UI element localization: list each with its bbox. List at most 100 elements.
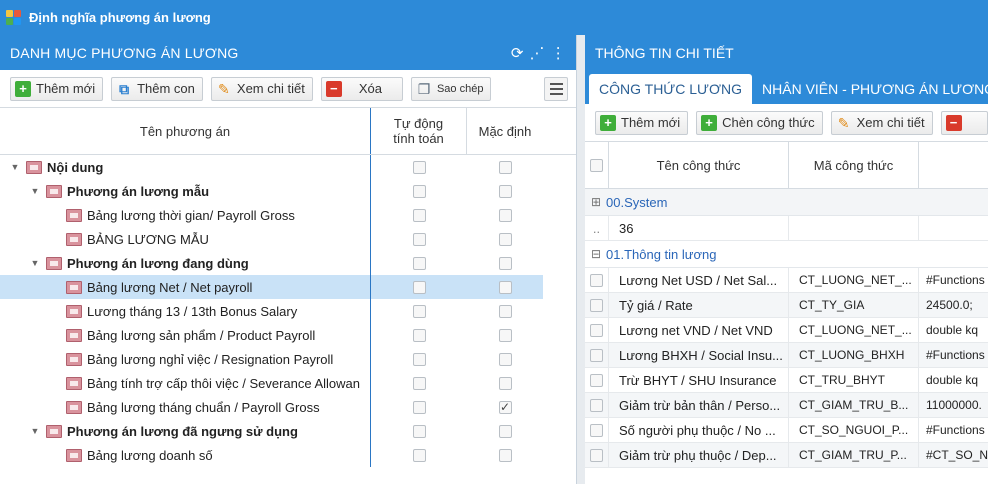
default-checkbox[interactable] bbox=[498, 352, 512, 366]
row-checkbox[interactable] bbox=[590, 298, 603, 312]
expand-arrow-icon[interactable]: ▼ bbox=[8, 162, 22, 172]
auto-calc-checkbox[interactable] bbox=[412, 280, 426, 294]
default-checkbox[interactable] bbox=[498, 424, 512, 438]
add-new-button[interactable]: + Thêm mới bbox=[10, 76, 104, 101]
tree-row[interactable]: Bảng lương sản phẩm / Product Payroll bbox=[0, 323, 576, 347]
formula-add-button[interactable]: + Thêm mới bbox=[595, 110, 689, 135]
expand-arrow-icon[interactable]: ▼ bbox=[28, 426, 42, 436]
tree-row[interactable]: ▼ Phương án lương đang dùng bbox=[0, 251, 576, 275]
pencil-icon: ✎ bbox=[837, 114, 850, 131]
expand-arrow-icon[interactable]: ▼ bbox=[28, 258, 42, 268]
col-default[interactable]: Mặc định bbox=[467, 108, 543, 154]
auto-calc-checkbox[interactable] bbox=[412, 160, 426, 174]
row-checkbox[interactable] bbox=[590, 348, 603, 362]
default-checkbox[interactable] bbox=[498, 280, 512, 294]
formula-code: CT_SO_NGUOI_P... bbox=[789, 417, 919, 443]
collapse-icon[interactable]: ⊟ bbox=[591, 247, 603, 261]
delete-button[interactable]: − Xóa bbox=[320, 76, 403, 101]
auto-calc-checkbox[interactable] bbox=[412, 328, 426, 342]
row-checkbox[interactable] bbox=[590, 323, 603, 337]
view-detail-button[interactable]: ✎ Xem chi tiết bbox=[210, 76, 313, 101]
copy-button[interactable]: ❐ Sao chép bbox=[410, 76, 492, 101]
formula-row[interactable]: Lương BHXH / Social Insu... CT_LUONG_BHXH… bbox=[585, 342, 988, 368]
tab-employee-plan[interactable]: NHÂN VIÊN - PHƯƠNG ÁN LƯƠNG bbox=[752, 74, 988, 104]
auto-calc-checkbox[interactable] bbox=[412, 352, 426, 366]
default-checkbox[interactable] bbox=[498, 376, 512, 390]
auto-calc-checkbox[interactable] bbox=[412, 184, 426, 198]
auto-calc-checkbox[interactable] bbox=[412, 208, 426, 222]
tree-row[interactable]: Bảng lương Net / Net payroll bbox=[0, 275, 543, 299]
auto-calc-checkbox[interactable] bbox=[412, 400, 426, 414]
select-all-checkbox-cell[interactable] bbox=[585, 142, 609, 188]
col-plan-name[interactable]: Tên phương án bbox=[0, 108, 371, 154]
auto-calc-checkbox[interactable] bbox=[412, 448, 426, 462]
default-checkbox[interactable] bbox=[498, 448, 512, 462]
formula-delete-button[interactable]: − bbox=[940, 110, 988, 135]
auto-calc-checkbox[interactable] bbox=[412, 376, 426, 390]
tree-row[interactable]: Lương tháng 13 / 13th Bonus Salary bbox=[0, 299, 576, 323]
refresh-icon[interactable]: ⟳ bbox=[511, 44, 524, 62]
system-row[interactable]: .. 36 bbox=[585, 215, 988, 241]
default-checkbox[interactable] bbox=[498, 256, 512, 270]
formula-row[interactable]: Giảm trừ bản thân / Perso... CT_GIAM_TRU_… bbox=[585, 392, 988, 418]
formula-name: Lương Net USD / Net Sal... bbox=[609, 267, 789, 293]
formula-row[interactable]: Số người phụ thuộc / No ... CT_SO_NGUOI_P… bbox=[585, 417, 988, 443]
formula-row[interactable]: Trừ BHYT / SHU Insurance CT_TRU_BHYT doubl… bbox=[585, 367, 988, 393]
default-checkbox[interactable] bbox=[498, 328, 512, 342]
tree-row[interactable]: Bảng tính trợ cấp thôi việc / Severance … bbox=[0, 371, 576, 395]
auto-calc-checkbox[interactable] bbox=[412, 424, 426, 438]
default-checkbox[interactable] bbox=[498, 184, 512, 198]
auto-calc-checkbox[interactable] bbox=[412, 232, 426, 246]
col-formula-name[interactable]: Tên công thức bbox=[609, 142, 789, 188]
panel-splitter[interactable] bbox=[577, 35, 585, 484]
expand-tree-icon[interactable]: ⋮ bbox=[551, 44, 566, 62]
default-checkbox[interactable] bbox=[498, 208, 512, 222]
tree-row-label: Bảng lương Net / Net payroll bbox=[87, 279, 253, 295]
tree-row-label: BẢNG LƯƠNG MẪU bbox=[87, 231, 209, 247]
tree-row[interactable]: ▼ Nội dung bbox=[0, 155, 576, 179]
row-checkbox[interactable] bbox=[590, 448, 603, 462]
group-system[interactable]: ⊞ 00.System bbox=[585, 189, 988, 216]
folder-icon bbox=[66, 352, 82, 366]
formula-row[interactable]: Giảm trừ phụ thuộc / Dep... CT_GIAM_TRU_P… bbox=[585, 442, 988, 468]
formula-row[interactable]: Lương Net USD / Net Sal... CT_LUONG_NET_.… bbox=[585, 267, 988, 293]
formula-row[interactable]: Tỷ giá / Rate CT_TY_GIA 24500.0; bbox=[585, 292, 988, 318]
default-checkbox[interactable] bbox=[498, 304, 512, 318]
formula-row[interactable]: Lương net VND / Net VND CT_LUONG_NET_... d… bbox=[585, 317, 988, 343]
expand-icon[interactable]: ⊞ bbox=[591, 195, 603, 209]
expand-arrow-icon[interactable]: ▼ bbox=[28, 186, 42, 196]
default-checkbox[interactable] bbox=[498, 160, 512, 174]
select-all-checkbox[interactable] bbox=[590, 158, 603, 172]
tree-row[interactable]: Bảng lương tháng chuẩn / Payroll Gross ✓ bbox=[0, 395, 576, 419]
auto-calc-checkbox[interactable] bbox=[412, 256, 426, 270]
formula-expression: #Functions bbox=[926, 423, 985, 437]
copy-icon: ❐ bbox=[417, 80, 431, 97]
group-salary-info[interactable]: ⊟ 01.Thông tin lương bbox=[585, 241, 988, 268]
tree-row-label: Bảng lương nghỉ việc / Resignation Payro… bbox=[87, 351, 334, 367]
row-checkbox[interactable] bbox=[590, 273, 603, 287]
tree-row-label: Phương án lương đã ngưng sử dụng bbox=[67, 423, 298, 439]
row-checkbox[interactable] bbox=[590, 373, 603, 387]
tree-row[interactable]: ▼ Phương án lương đã ngưng sử dụng bbox=[0, 419, 576, 443]
formula-view-button[interactable]: ✎ Xem chi tiết bbox=[830, 110, 933, 135]
row-checkbox[interactable] bbox=[590, 423, 603, 437]
auto-calc-checkbox[interactable] bbox=[412, 304, 426, 318]
tree-row[interactable]: Bảng lương nghỉ việc / Resignation Payro… bbox=[0, 347, 576, 371]
tree-row[interactable]: Bảng lương doanh số bbox=[0, 443, 576, 467]
collapse-tree-icon[interactable]: ⋰ bbox=[530, 44, 545, 62]
row-checkbox[interactable] bbox=[590, 398, 603, 412]
col-auto-calc[interactable]: Tự động tính toán bbox=[371, 108, 467, 154]
insert-formula-button[interactable]: + Chèn công thức bbox=[696, 110, 823, 135]
tree-row[interactable]: ▼ Phương án lương mẫu bbox=[0, 179, 576, 203]
formula-expression: 24500.0; bbox=[926, 298, 973, 312]
default-checkbox[interactable] bbox=[498, 232, 512, 246]
tree-row[interactable]: BẢNG LƯƠNG MẪU bbox=[0, 227, 576, 251]
tab-salary-formula[interactable]: CÔNG THỨC LƯƠNG bbox=[589, 74, 753, 104]
col-formula-value[interactable] bbox=[919, 142, 988, 188]
default-checkbox[interactable]: ✓ bbox=[498, 400, 512, 414]
window-title: Định nghĩa phương án lương bbox=[29, 10, 211, 25]
col-formula-code[interactable]: Mã công thức bbox=[789, 142, 919, 188]
add-child-button[interactable]: ⧉ Thêm con bbox=[111, 76, 203, 101]
menu-icon[interactable] bbox=[544, 76, 568, 101]
tree-row[interactable]: Bảng lương thời gian/ Payroll Gross bbox=[0, 203, 576, 227]
